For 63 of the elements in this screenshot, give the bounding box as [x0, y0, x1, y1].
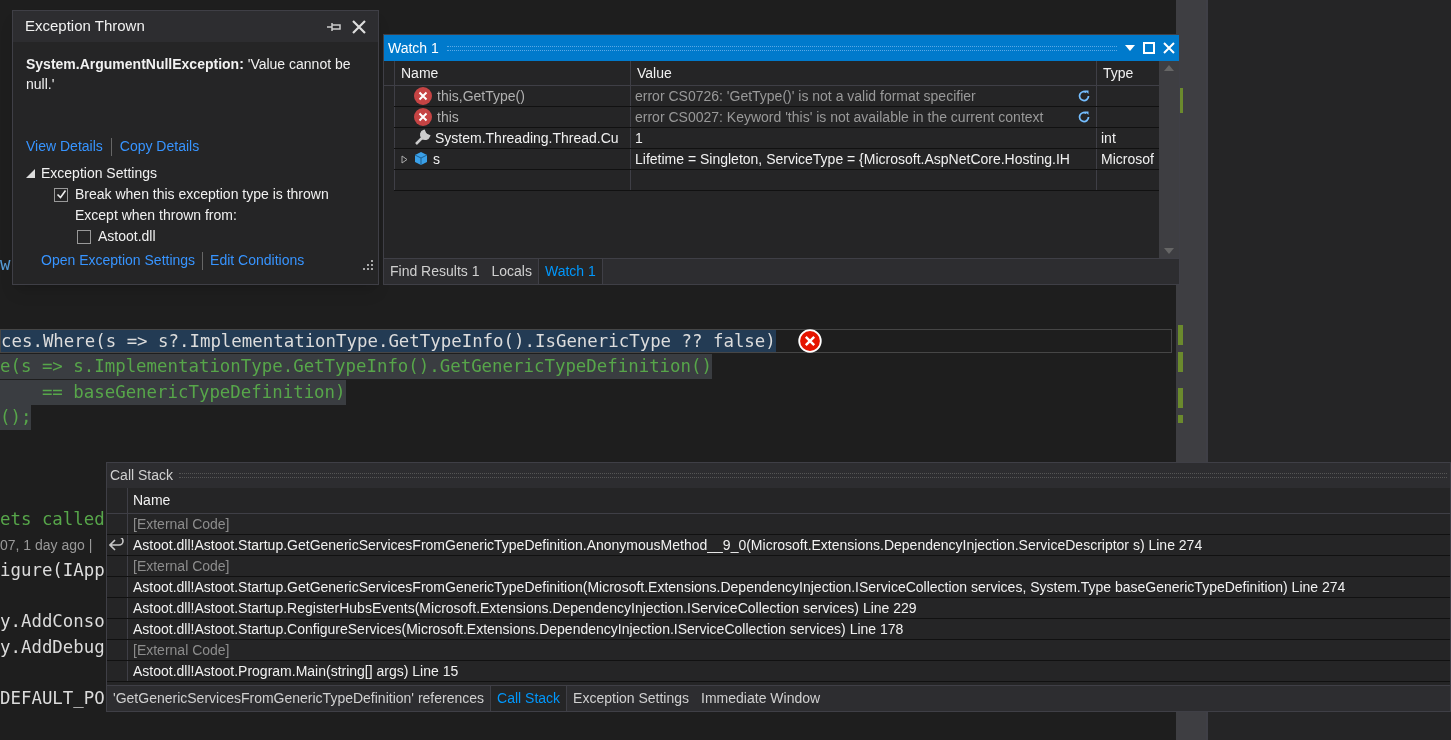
- watch-value: error CS0726: 'GetType()' is not a valid format specifier: [635, 86, 977, 106]
- checkbox[interactable]: [77, 229, 91, 244]
- error-icon: [413, 86, 433, 106]
- details-link[interactable]: View Details: [26, 136, 103, 157]
- expand-triangle-icon[interactable]: [26, 169, 35, 178]
- stack-frame[interactable]: Astoot.dll!Astoot.Startup.GetGenericServicesFromGenericTypeDefinition.AnonymousMethod__9_0(Microsoft.Extensions.DependencyInjection.ServiceDescriptor s) Line 274: [127, 535, 1203, 555]
- close-icon[interactable]: [352, 19, 366, 34]
- checkbox[interactable]: [54, 187, 68, 202]
- call-stack-tab[interactable]: Call Stack: [490, 686, 568, 711]
- code-line: w: [0, 253, 11, 277]
- stack-frame[interactable]: Astoot.dll!Astoot.Startup.ConfigureServices(Microsoft.Extensions.DependencyInjection.IServiceCollection services) Line 178: [127, 619, 904, 639]
- stack-frame[interactable]: [External Code]: [127, 514, 230, 534]
- stack-frame[interactable]: [External Code]: [127, 556, 230, 576]
- watch-name: System.Threading.Thread.Cu: [435, 128, 619, 148]
- exception-message: System.ArgumentNullException: 'Value cannot be null.': [25, 55, 352, 94]
- column-header[interactable]: Name: [394, 61, 630, 85]
- column-header[interactable]: Name: [127, 488, 171, 513]
- watch-name: s: [433, 149, 440, 169]
- watch-tab[interactable]: Locals: [485, 259, 538, 284]
- stack-frame[interactable]: [External Code]: [127, 640, 230, 660]
- call-stack-tab[interactable]: Immediate Window: [695, 686, 827, 711]
- checkbox-label: Break when this exception type is thrown: [75, 185, 329, 204]
- window-title: Call Stack: [110, 466, 174, 485]
- window-title: Watch 1: [388, 38, 439, 58]
- watch-value: Lifetime = Singleton, ServiceType = {Microsoft.AspNetCore.Hosting.IH: [635, 149, 1071, 169]
- watch-type: Microsof: [1101, 149, 1154, 169]
- code-line: igure(IApp: [0, 559, 105, 583]
- details-link[interactable]: Copy Details: [119, 136, 200, 157]
- stack-frame[interactable]: Astoot.dll!Astoot.Startup.RegisterHubsEvents(Microsoft.Extensions.DependencyInjection.IServiceCollection services) Line 229: [127, 598, 917, 618]
- checkbox-label: Astoot.dll: [98, 227, 156, 246]
- error-icon: [797, 328, 822, 353]
- dropdown-icon[interactable]: [1125, 45, 1135, 51]
- popup-title: Exception Thrown: [25, 16, 145, 37]
- expand-arrow-icon[interactable]: [400, 154, 408, 164]
- watch-type: int: [1101, 128, 1116, 148]
- watch-tab[interactable]: Watch 1: [537, 259, 603, 284]
- watch-tab[interactable]: Find Results 1: [384, 259, 486, 284]
- watch-name: this,GetType(): [437, 86, 525, 106]
- maximize-icon[interactable]: [1143, 42, 1155, 54]
- code-line: DEFAULT_PO: [0, 686, 105, 710]
- watch-value: error CS0027: Keyword 'this' is not available in the current context: [635, 107, 1045, 127]
- code-lens-text: 07, 1 day ago |: [0, 535, 93, 555]
- wrench-icon: [413, 129, 431, 147]
- watch-name: this: [437, 107, 459, 127]
- pin-icon[interactable]: [326, 20, 342, 33]
- refresh-icon[interactable]: [1076, 109, 1092, 125]
- resize-grip-icon[interactable]: [362, 258, 374, 271]
- stack-frame[interactable]: Astoot.dll!Astoot.Program.Main(string[] args) Line 15: [127, 661, 459, 681]
- except-label: Except when thrown from:: [74, 206, 238, 225]
- call-stack-tab[interactable]: 'GetGenericServicesFromGenericTypeDefinition' references: [107, 686, 491, 711]
- column-header[interactable]: Value: [630, 61, 1096, 85]
- code-line: y.AddConso: [0, 610, 105, 634]
- settings-link[interactable]: Edit Conditions: [210, 250, 305, 271]
- code-line: y.AddDebug: [0, 635, 105, 659]
- section-label: Exception Settings: [41, 164, 157, 183]
- watch-value: 1: [635, 128, 644, 148]
- cube-icon: [413, 151, 429, 167]
- call-stack-tab[interactable]: Exception Settings: [567, 686, 696, 711]
- settings-link[interactable]: Open Exception Settings: [41, 250, 196, 271]
- stack-frame[interactable]: Astoot.dll!Astoot.Startup.GetGenericServicesFromGenericTypeDefinition(Microsoft.Extensions.DependencyInjection.IServiceCollection services, System.Type baseGenericTypeDefinition) Line 274: [127, 577, 1346, 597]
- code-line: ets called: [0, 508, 105, 532]
- error-icon: [413, 107, 433, 127]
- refresh-icon[interactable]: [1076, 88, 1092, 104]
